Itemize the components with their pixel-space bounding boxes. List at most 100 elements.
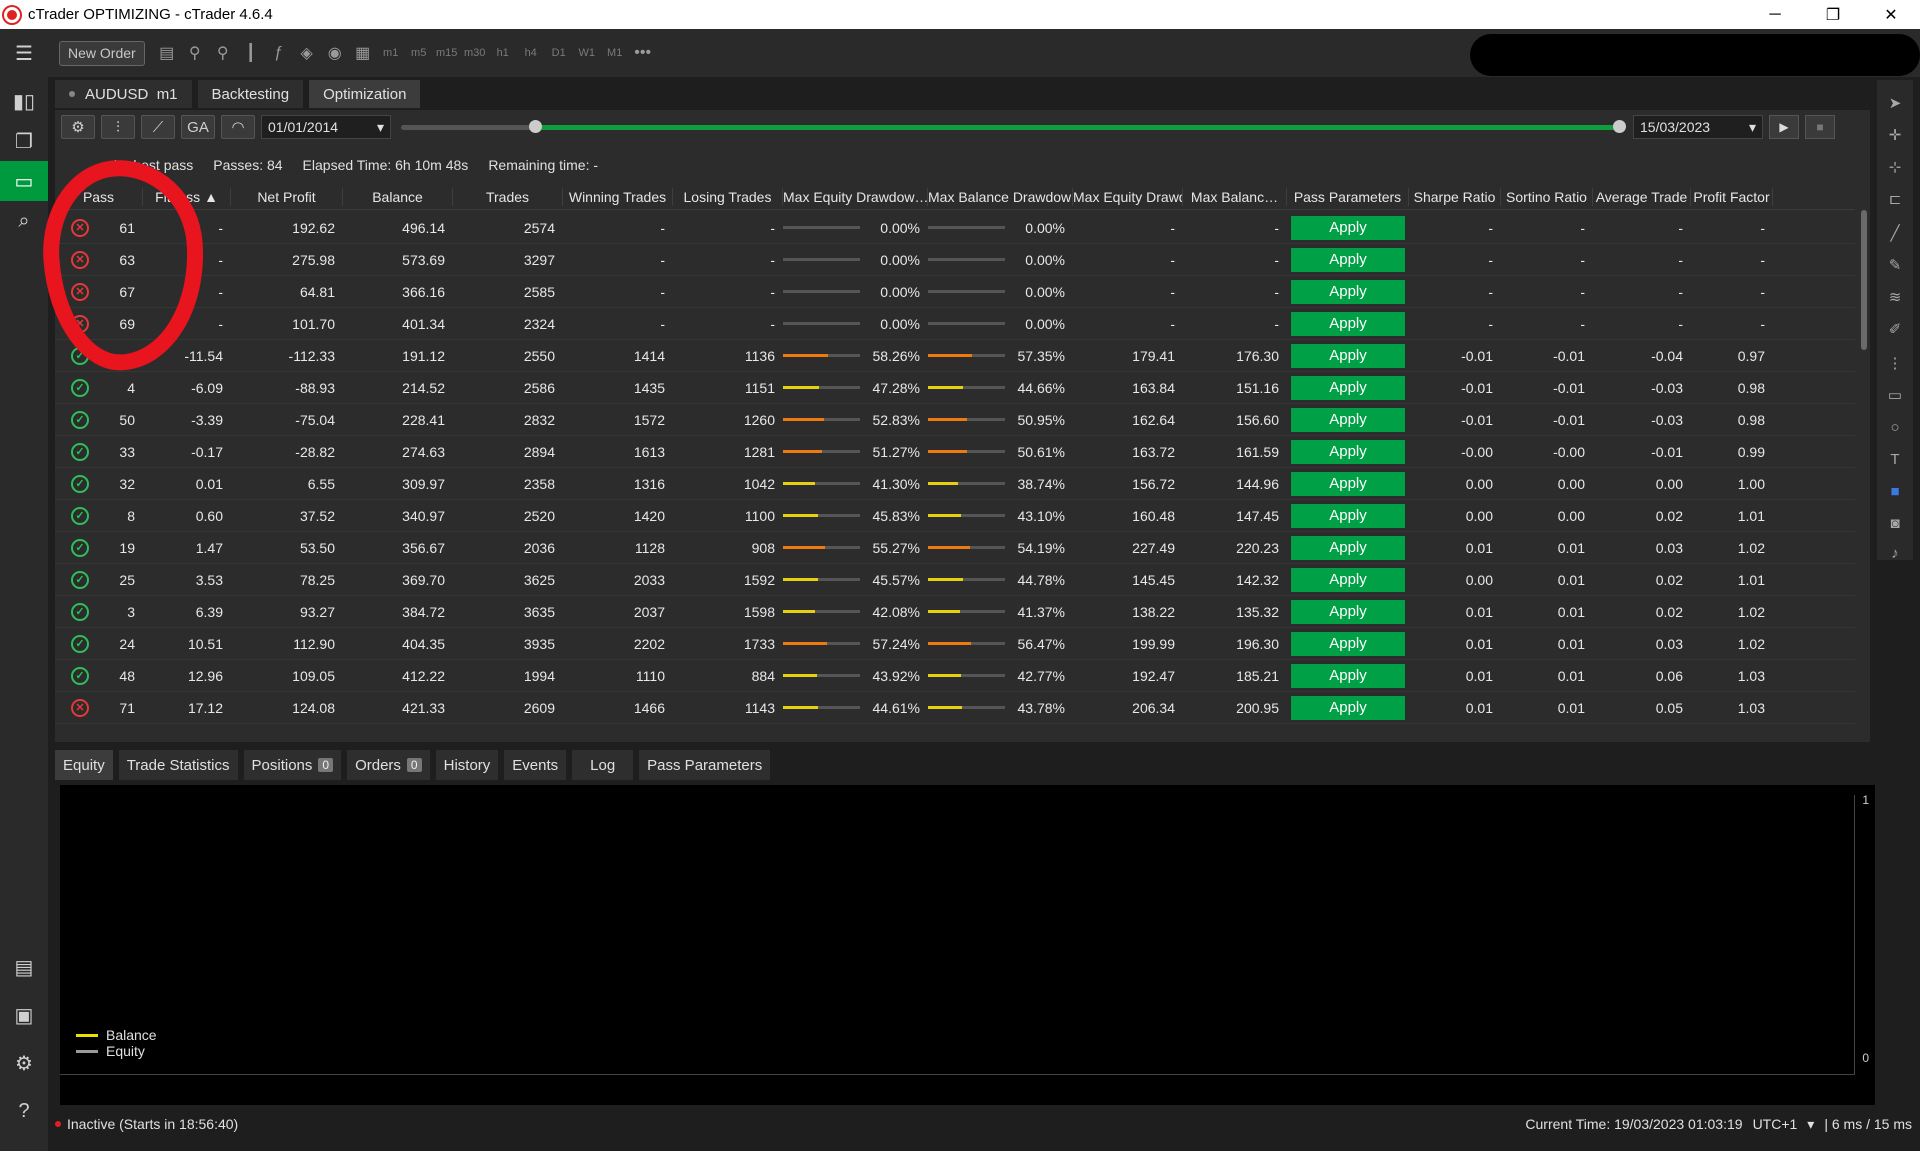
text-tool-icon[interactable]: T bbox=[1877, 446, 1913, 472]
apply-button[interactable]: Apply bbox=[1291, 663, 1405, 688]
pen-tool-icon[interactable]: ✎ bbox=[1877, 252, 1913, 278]
settings-gear-icon[interactable]: ⚙ bbox=[61, 115, 95, 139]
table-row[interactable]: ✕ 71 17.12 124.08 421.33 2609 1466 1143 44.61% 43… bbox=[55, 692, 1855, 724]
table-row[interactable]: ✓ 4 -6.09 -88.93 214.52 2586 1435 1151 47.28% 44.… bbox=[55, 372, 1855, 404]
color-square-icon[interactable]: ■ bbox=[1877, 478, 1913, 504]
minimize-button[interactable]: ─ bbox=[1746, 0, 1804, 29]
apply-button[interactable]: Apply bbox=[1291, 567, 1405, 592]
timeframe-mn1[interactable]: M1 bbox=[601, 47, 629, 59]
zoom-out-icon[interactable]: ⚲ bbox=[181, 43, 209, 63]
fibonacci-icon[interactable]: ≋ bbox=[1877, 284, 1913, 310]
column-header-balance[interactable]: Balance bbox=[343, 187, 453, 206]
grid-scrollbar[interactable] bbox=[1858, 184, 1870, 742]
apply-button[interactable]: Apply bbox=[1291, 375, 1405, 400]
store-icon[interactable]: ▤ bbox=[0, 947, 48, 987]
column-header-max-balance-drawdown[interactable]: Max Balanc… bbox=[1183, 187, 1287, 206]
column-header-losing-trades[interactable]: Losing Trades bbox=[673, 187, 783, 206]
timeframe-w1[interactable]: W1 bbox=[573, 47, 601, 59]
tab-pass-parameters[interactable]: Pass Parameters bbox=[639, 750, 771, 780]
table-row[interactable]: ✕ 61-192.62 496.14 2574- -0.00% 0.00% - - Apply -… bbox=[55, 212, 1855, 244]
table-row[interactable]: ✕ 67-64.81 366.16 2585- -0.00% 0.00% - - Apply - -… bbox=[55, 276, 1855, 308]
apply-button[interactable]: Apply bbox=[1291, 343, 1405, 368]
templates-icon[interactable]: ▦ bbox=[349, 43, 377, 63]
date-range-slider[interactable] bbox=[401, 120, 1626, 133]
table-row[interactable]: ✓ 19 1.47 53.50 356.67 2036 1128 908 55.27% 54.19… bbox=[55, 532, 1855, 564]
column-header-sortino-ratio[interactable]: Sortino Ratio bbox=[1501, 187, 1593, 206]
timeframe-m30[interactable]: m30 bbox=[461, 47, 489, 59]
hamburger-menu-icon[interactable]: ☰ bbox=[0, 33, 48, 73]
tab-optimization[interactable]: Optimization bbox=[309, 80, 421, 108]
table-row[interactable]: ✓ 50 -3.39 -75.04 228.41 2832 1572 1260 52.83% 50… bbox=[55, 404, 1855, 436]
line-tool-icon[interactable]: ╱ bbox=[1877, 220, 1913, 246]
maximize-button[interactable]: ❐ bbox=[1804, 0, 1862, 29]
crosshair-alt-icon[interactable]: ⊹ bbox=[1877, 154, 1913, 180]
column-header-winning-trades[interactable]: Winning Trades bbox=[563, 187, 673, 206]
apply-button[interactable]: Apply bbox=[1291, 215, 1405, 240]
column-header-max-balance-drawdown-pct[interactable]: Max Balance Drawdow… bbox=[928, 187, 1073, 206]
close-button[interactable]: ✕ bbox=[1862, 0, 1920, 29]
wallet-icon[interactable]: ▣ bbox=[0, 995, 48, 1035]
column-header-net-profit[interactable]: Net Profit bbox=[231, 187, 343, 206]
apply-button[interactable]: Apply bbox=[1291, 503, 1405, 528]
settings-gear-icon[interactable]: ⚙ bbox=[0, 1043, 48, 1083]
timeframe-m1[interactable]: m1 bbox=[377, 47, 405, 59]
copy-icon[interactable]: ❐ bbox=[0, 121, 48, 161]
equity-chart[interactable]: 1 0 Balance Equity bbox=[60, 785, 1875, 1105]
automate-icon[interactable]: ▭ bbox=[0, 161, 48, 201]
scrollbar-thumb[interactable] bbox=[1861, 210, 1867, 350]
chevron-down-icon[interactable]: ▾ bbox=[1807, 1116, 1814, 1133]
column-header-profit-factor[interactable]: Profit Factor bbox=[1691, 187, 1773, 206]
apply-button[interactable]: Apply bbox=[1291, 471, 1405, 496]
new-order-button[interactable]: New Order bbox=[59, 40, 145, 66]
tab-trade-statistics[interactable]: Trade Statistics bbox=[118, 750, 238, 780]
analyze-icon[interactable]: ⌕ bbox=[0, 201, 48, 241]
parameters-sliders-icon[interactable]: ⫶ bbox=[101, 115, 135, 139]
apply-button[interactable]: Apply bbox=[1291, 279, 1405, 304]
grid-lines-icon[interactable]: ⋮ bbox=[1877, 350, 1913, 376]
tab-backtesting[interactable]: Backtesting bbox=[197, 80, 304, 108]
slider-end-handle[interactable] bbox=[1612, 120, 1626, 133]
table-row[interactable]: ✓ -11.54 -112.33 191.12 2550 1414 1136 58.26% 57… bbox=[55, 340, 1855, 372]
tab-history[interactable]: History bbox=[435, 750, 499, 780]
tab-orders[interactable]: Orders 0 bbox=[347, 750, 430, 780]
timezone-selector[interactable]: UTC+1 bbox=[1753, 1116, 1798, 1133]
table-row[interactable]: ✓ 48 12.96 109.05 412.22 1994 1110 884 43.92% 42.… bbox=[55, 660, 1855, 692]
crosshair-icon[interactable]: ✛ bbox=[1877, 122, 1913, 148]
table-row[interactable]: ✓ 24 10.51 112.90 404.35 3935 2202 1733 57.24% 56… bbox=[55, 628, 1855, 660]
chart-type-icon[interactable]: ┃ bbox=[237, 43, 265, 63]
zoom-in-icon[interactable]: ⚲ bbox=[209, 43, 237, 63]
view-eye-icon[interactable]: ◉ bbox=[321, 43, 349, 63]
apply-button[interactable]: Apply bbox=[1291, 311, 1405, 336]
column-header-max-equity-drawdown-pct[interactable]: Max Equity Drawdow… bbox=[783, 187, 928, 206]
chart-line-icon[interactable]: ⟋ bbox=[141, 115, 175, 139]
table-row[interactable]: ✓ 3 6.39 93.27 384.72 3635 2037 1598 42.08% 41.37… bbox=[55, 596, 1855, 628]
column-header-pass-parameters[interactable]: Pass Parameters bbox=[1287, 187, 1409, 206]
timeframe-m5[interactable]: m5 bbox=[405, 47, 433, 59]
help-icon[interactable]: ? bbox=[0, 1091, 48, 1131]
timeframe-m15[interactable]: m15 bbox=[433, 47, 461, 59]
indicators-icon[interactable]: ƒ bbox=[265, 44, 293, 62]
cursor-arrow-icon[interactable]: ➤ bbox=[1877, 90, 1913, 116]
column-header-average-trade[interactable]: Average Trade bbox=[1593, 187, 1691, 206]
ellipse-icon[interactable]: ○ bbox=[1877, 414, 1913, 440]
play-button[interactable]: ▶ bbox=[1769, 115, 1799, 139]
end-date-picker[interactable]: 15/03/2023 ▾ bbox=[1633, 115, 1763, 139]
timeframe-h4[interactable]: h4 bbox=[517, 47, 545, 59]
column-header-max-equity-drawdown[interactable]: Max Equity Drawdo… bbox=[1073, 187, 1183, 206]
table-row[interactable]: ✓ 25 3.53 78.25 369.70 3625 2033 1592 45.57% 44.7… bbox=[55, 564, 1855, 596]
ga-button[interactable]: GA bbox=[181, 115, 215, 139]
apply-button[interactable]: Apply bbox=[1291, 631, 1405, 656]
apply-button[interactable]: Apply bbox=[1291, 695, 1405, 720]
table-row[interactable]: ✓ 8 0.60 37.52 340.97 2520 1420 1100 45.83% 43.10… bbox=[55, 500, 1855, 532]
layers-icon[interactable]: ◈ bbox=[293, 43, 321, 63]
tab-log[interactable]: Log bbox=[572, 750, 634, 780]
timeframe-d1[interactable]: D1 bbox=[545, 47, 573, 59]
table-row[interactable]: ✕ 69-101.70 401.34 2324- -0.00% 0.00% - - Apply -… bbox=[55, 308, 1855, 340]
trade-icon[interactable]: ▮▯ bbox=[0, 81, 48, 121]
more-options-icon[interactable]: ••• bbox=[629, 44, 657, 62]
camera-icon[interactable]: ◙ bbox=[1877, 510, 1913, 536]
table-row[interactable]: ✓ 32 0.01 6.55 309.97 2358 1316 1042 41.30% 38.74… bbox=[55, 468, 1855, 500]
rectangle-icon[interactable]: ▭ bbox=[1877, 382, 1913, 408]
table-row[interactable]: ✓ 33 -0.17 -28.82 274.63 2894 1613 1281 51.27% 50… bbox=[55, 436, 1855, 468]
tab-events[interactable]: Events bbox=[504, 750, 567, 780]
